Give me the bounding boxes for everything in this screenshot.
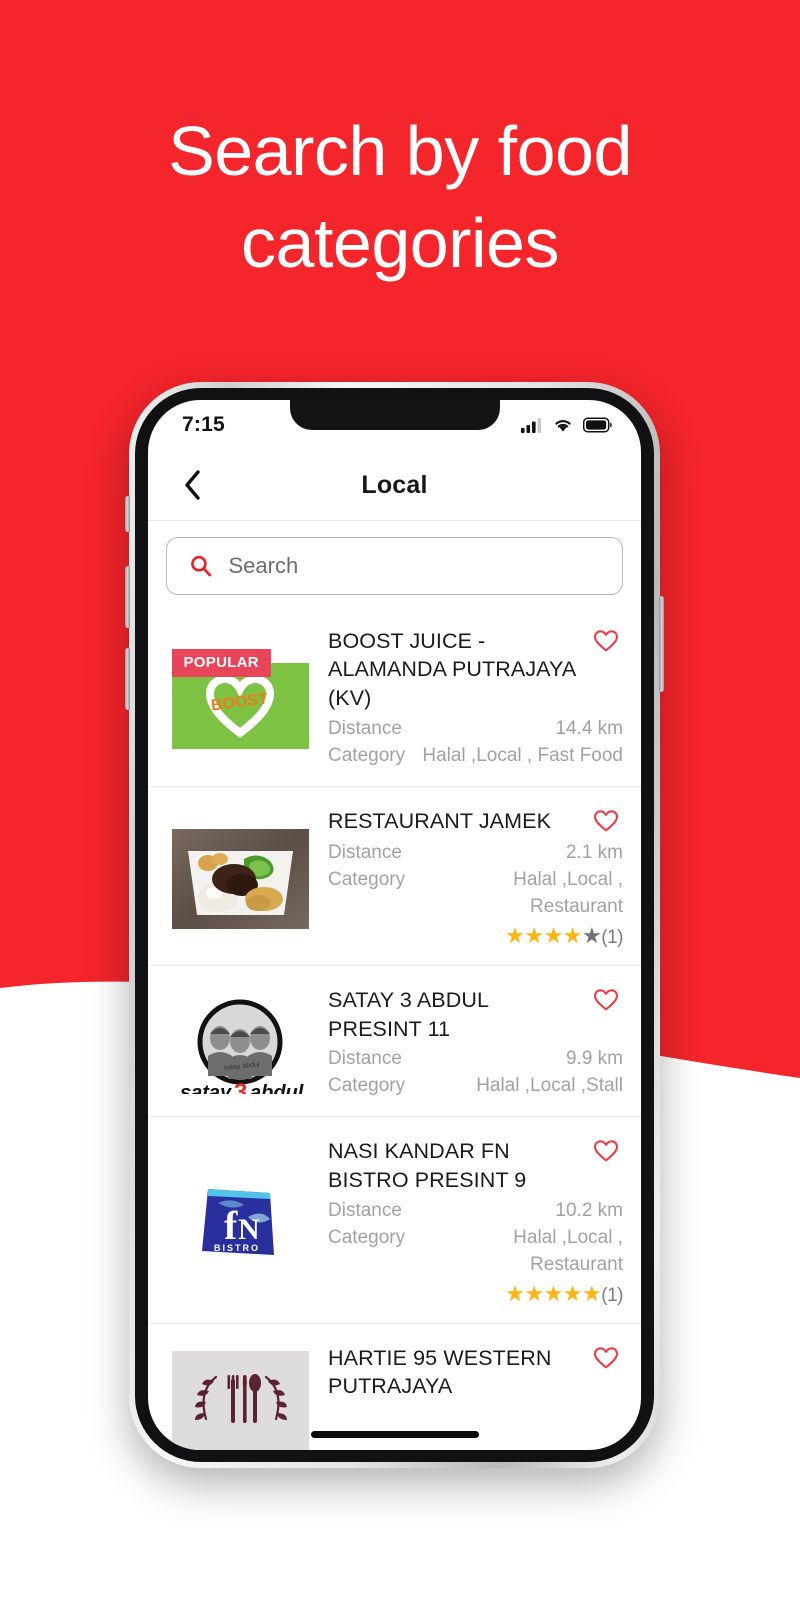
distance-label: Distance — [328, 841, 402, 863]
boost-juice-logo: BOOST POPULAR — [171, 649, 309, 750]
app-header: Local — [148, 451, 641, 521]
distance-label: Distance — [328, 1048, 402, 1070]
satay-3-abdul-logo-art: satay abdul satay 3 abdul — [180, 999, 304, 1094]
cellular-signal-icon — [521, 418, 542, 434]
listing-thumbnail-wrap — [166, 1342, 314, 1450]
search-section — [148, 521, 641, 607]
heart-outline-icon — [593, 629, 619, 651]
distance-label: Distance — [328, 1199, 402, 1221]
promo-headline-line-1: Search by food — [168, 112, 632, 190]
nasi-lemak-plate-photo — [171, 828, 309, 929]
listing-name: SATAY 3 ABDUL PRESINT 11 — [328, 987, 489, 1041]
table-row[interactable]: RESTAURANT JAMEK Distance 2.1 km Categor… — [148, 787, 641, 966]
listing-thumbnail-wrap — [166, 805, 314, 949]
svg-text:satay: satay — [180, 1082, 232, 1094]
heart-outline-icon — [593, 989, 619, 1011]
distance-value: 2.1 km — [565, 841, 623, 863]
listing-name: BOOST JUICE - ALAMANDA PUTRAJAYA (KV) — [328, 628, 576, 711]
listing-thumbnail-wrap: f N BISTRO — [166, 1135, 314, 1306]
heart-outline-icon — [593, 1140, 619, 1162]
phone-power-button[interactable] — [659, 596, 664, 692]
listing-info: RESTAURANT JAMEK Distance 2.1 km Categor… — [314, 805, 623, 949]
wifi-icon — [555, 420, 571, 432]
listing-info: SATAY 3 ABDUL PRESINT 11 Distance 9.9 km… — [314, 984, 623, 1101]
svg-text:N: N — [238, 1213, 260, 1246]
nasi-lemak-plate-art — [171, 828, 309, 929]
category-value: Halal ,Local , Restaurant — [513, 868, 623, 917]
search-bar[interactable] — [166, 536, 623, 595]
heart-outline-icon — [593, 810, 619, 832]
satay-3-abdul-logo: satay abdul satay 3 abdul — [171, 994, 309, 1095]
battery-icon — [583, 417, 612, 433]
svg-text:BISTRO: BISTRO — [214, 1243, 260, 1253]
favorite-button[interactable] — [589, 986, 623, 1016]
favorite-button[interactable] — [589, 1344, 623, 1374]
status-bar-icons — [521, 417, 613, 434]
rating-stars: ★★★★★(1) — [505, 922, 623, 948]
listing-meta: Distance 9.9 km Category Halal ,Local ,S… — [328, 1046, 623, 1100]
listing-list: BOOST POPULAR BOOST JUICE - ALAMANDA PUT… — [148, 607, 641, 1450]
category-label: Category — [328, 745, 406, 766]
favorite-button[interactable] — [589, 1137, 623, 1167]
phone-mockup: 7:15 Local Search BOOST POPULAR BOOST JU… — [125, 382, 664, 1468]
category-value: Halal ,Local ,Stall — [476, 1075, 623, 1097]
table-row[interactable]: BOOST POPULAR BOOST JUICE - ALAMANDA PUT… — [148, 607, 641, 787]
back-button[interactable] — [170, 463, 214, 507]
svg-text:3: 3 — [234, 1079, 247, 1094]
svg-text:f: f — [224, 1203, 238, 1248]
search-icon — [191, 555, 212, 577]
page-title: Local — [361, 470, 428, 499]
distance-value: 9.9 km — [565, 1048, 623, 1070]
fn-bistro-logo-art: f N BISTRO — [201, 1188, 274, 1255]
cutlery-laurel-logo — [171, 1351, 309, 1450]
listing-meta: Distance 2.1 km Category Halal ,Local , … — [328, 840, 623, 949]
home-indicator — [310, 1431, 479, 1438]
distance-value: 10.2 km — [555, 1199, 623, 1221]
phone-screen: 7:15 Local Search BOOST POPULAR BOOST JU… — [148, 400, 641, 1450]
heart-outline-icon — [593, 1346, 619, 1369]
rating-count: (1) — [601, 926, 623, 948]
listing-info: NASI KANDAR FN BISTRO PRESINT 9 Distance — [314, 1135, 623, 1306]
category-label: Category — [328, 868, 406, 890]
listing-meta: Distance 14.4 km Category Halal ,Local ,… — [328, 716, 623, 770]
distance-value: 14.4 km — [555, 718, 623, 740]
listing-thumbnail-wrap: satay abdul satay 3 abdul — [166, 984, 314, 1101]
table-row[interactable]: f N BISTRO NASI KANDAR FN BISTRO PRESINT… — [148, 1117, 641, 1324]
promo-headline: Search by food categories — [0, 105, 800, 290]
status-bar-time: 7:15 — [182, 413, 225, 437]
phone-notch — [289, 400, 500, 430]
search-input[interactable] — [228, 552, 600, 579]
listing-name: NASI KANDAR FN BISTRO PRESINT 9 — [328, 1139, 527, 1193]
listing-name: HARTIE 95 WESTERN PUTRAJAYA — [328, 1345, 552, 1399]
promo-headline-line-2: categories — [241, 204, 559, 283]
phone-mute-switch[interactable] — [125, 496, 130, 532]
category-label: Category — [328, 1075, 406, 1097]
chevron-left-icon — [185, 470, 200, 500]
status-badge: POPULAR — [171, 649, 271, 678]
favorite-button[interactable] — [589, 627, 623, 657]
rating-count: (1) — [601, 1284, 623, 1306]
fn-bistro-logo: f N BISTRO — [171, 1172, 309, 1273]
listing-name: RESTAURANT JAMEK — [328, 808, 552, 833]
favorite-button[interactable] — [589, 807, 623, 837]
listing-meta: Distance 10.2 km Category Halal ,Local ,… — [328, 1198, 623, 1307]
listing-info: BOOST JUICE - ALAMANDA PUTRAJAYA (KV) Di — [314, 625, 623, 770]
phone-volume-up-button[interactable] — [125, 566, 130, 628]
phone-volume-down-button[interactable] — [125, 648, 130, 710]
table-row[interactable]: satay abdul satay 3 abdul SATAY 3 ABDUL … — [148, 966, 641, 1118]
category-value: Halal ,Local , Fast Food — [422, 745, 623, 766]
category-value: Halal ,Local , Restaurant — [513, 1226, 623, 1275]
cutlery-laurel-logo-art — [171, 1351, 309, 1450]
category-label: Category — [328, 1226, 406, 1248]
listing-scroll-area[interactable]: BOOST POPULAR BOOST JUICE - ALAMANDA PUT… — [148, 607, 641, 1450]
rating-stars: ★★★★★(1) — [505, 1280, 623, 1306]
svg-text:abdul: abdul — [250, 1082, 304, 1094]
distance-label: Distance — [328, 718, 402, 740]
listing-thumbnail-wrap: BOOST POPULAR — [166, 625, 314, 770]
